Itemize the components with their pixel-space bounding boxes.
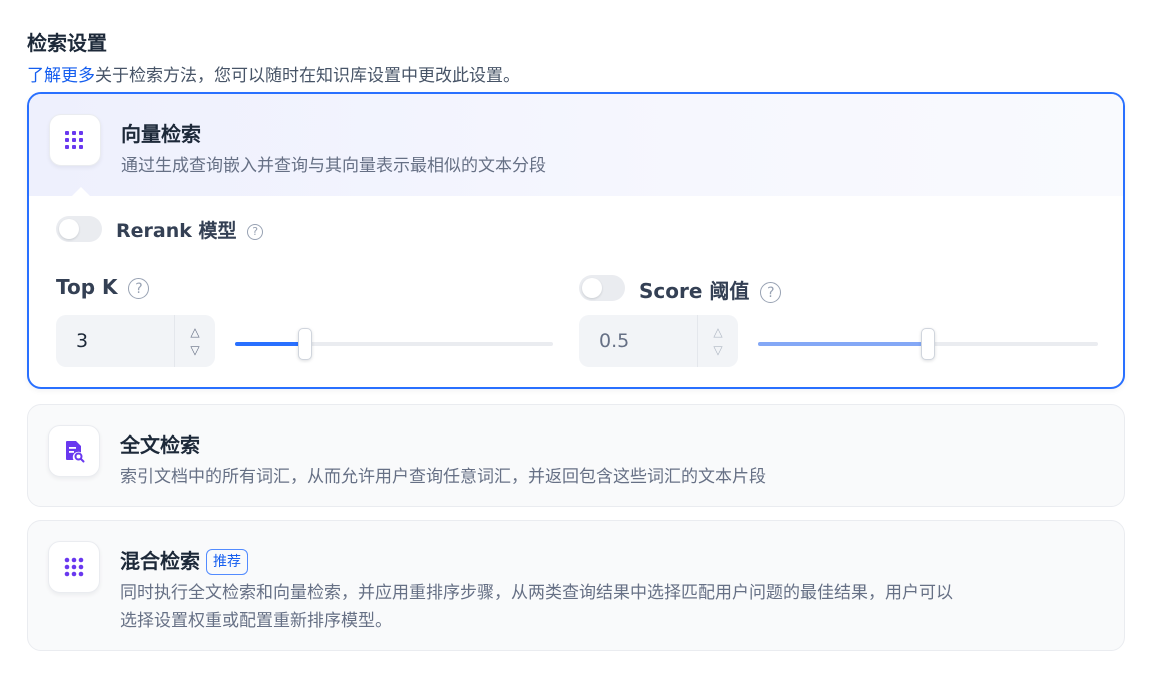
hybrid-search-title-text: 混合检索 [120,549,200,573]
fulltext-search-icon [48,425,100,477]
hybrid-search-card[interactable]: 混合检索 推荐 同时执行全文检索和向量检索，并应用重排序步骤，从两类查询结果中选择… [27,520,1125,651]
top-k-label: Top K ? [56,275,150,299]
score-threshold-help-icon[interactable]: ? [760,282,782,303]
score-threshold-label: Score 阈值 ? [639,275,782,304]
top-k-slider-thumb[interactable] [298,328,312,360]
vector-search-description: 通过生成查询嵌入并查询与其向量表示最相似的文本分段 [121,156,546,176]
vector-search-icon [49,114,101,166]
score-threshold-label-text: Score 阈值 [639,279,750,303]
hybrid-description-line-2: 选择设置权重或配置重新排序模型。 [120,611,392,631]
top-k-slider[interactable] [235,328,553,360]
score-threshold-value[interactable]: 0.5 [599,315,629,367]
section-description-text: 关于检索方法，您可以随时在知识库设置中更改此设置。 [95,66,520,86]
score-threshold-stepper[interactable]: 0.5 △ ▽ [579,315,738,367]
top-k-stepper[interactable]: 3 △ ▽ [56,315,215,367]
score-threshold-slider[interactable] [758,328,1098,360]
score-threshold-slider-fill [758,342,928,346]
recommended-badge: 推荐 [206,549,248,575]
vector-search-title: 向量检索 [121,122,201,146]
section-description: 了解更多关于检索方法，您可以随时在知识库设置中更改此设置。 [27,61,520,86]
rerank-label: Rerank 模型 ? [116,216,264,243]
top-k-label-text: Top K [56,275,118,299]
hybrid-search-title: 混合检索 推荐 [120,545,248,575]
score-threshold-slider-thumb[interactable] [921,328,935,360]
top-k-slider-fill [235,342,305,346]
score-decrement-icon[interactable]: ▽ [713,343,722,357]
hybrid-search-description: 同时执行全文检索和向量检索，并应用重排序步骤，从两类查询结果中选择匹配用户问题的… [120,579,953,635]
section-title: 检索设置 [27,31,107,55]
fulltext-search-card[interactable]: 全文检索 索引文档中的所有词汇，从而允许用户查询任意词汇，并返回包含这些词汇的文… [27,404,1125,507]
score-threshold-toggle[interactable] [579,275,625,301]
hybrid-search-icon [48,541,100,593]
rerank-label-text: Rerank 模型 [116,220,237,242]
top-k-value[interactable]: 3 [76,315,88,367]
fulltext-search-title: 全文检索 [120,433,200,457]
top-k-decrement-icon[interactable]: ▽ [190,343,199,357]
card-pointer [71,187,91,197]
hybrid-description-line-1: 同时执行全文检索和向量检索，并应用重排序步骤，从两类查询结果中选择匹配用户问题的… [120,583,953,603]
vector-search-header[interactable]: 向量检索 通过生成查询嵌入并查询与其向量表示最相似的文本分段 [29,94,1123,197]
fulltext-search-description: 索引文档中的所有词汇，从而允许用户查询任意词汇，并返回包含这些词汇的文本片段 [120,467,766,487]
top-k-help-icon[interactable]: ? [128,278,150,299]
top-k-increment-icon[interactable]: △ [190,325,199,339]
rerank-help-icon[interactable]: ? [247,223,264,240]
learn-more-link[interactable]: 了解更多 [27,66,95,86]
score-increment-icon[interactable]: △ [713,325,722,339]
vector-search-card[interactable]: 向量检索 通过生成查询嵌入并查询与其向量表示最相似的文本分段 Rerank 模型… [27,92,1125,389]
rerank-toggle[interactable] [56,216,102,242]
